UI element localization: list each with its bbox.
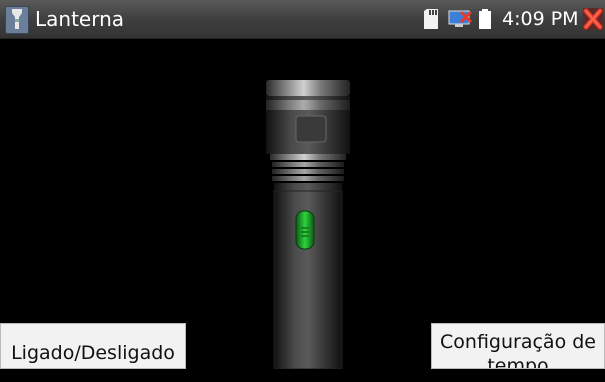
time-settings-button[interactable]: Configuração de tempo bbox=[431, 323, 605, 369]
flashlight-icon bbox=[5, 6, 29, 34]
title-bar: Lanterna 4:09 PM bbox=[0, 0, 605, 39]
flashlight-image bbox=[261, 78, 355, 373]
clock: 4:09 PM bbox=[502, 8, 579, 30]
close-icon[interactable] bbox=[583, 6, 603, 36]
network-icon bbox=[448, 8, 474, 34]
window-title: Lanterna bbox=[35, 7, 125, 31]
sd-card-icon bbox=[423, 8, 439, 34]
power-toggle-button[interactable]: Ligado/Desligado bbox=[0, 323, 186, 369]
battery-icon bbox=[478, 8, 492, 34]
